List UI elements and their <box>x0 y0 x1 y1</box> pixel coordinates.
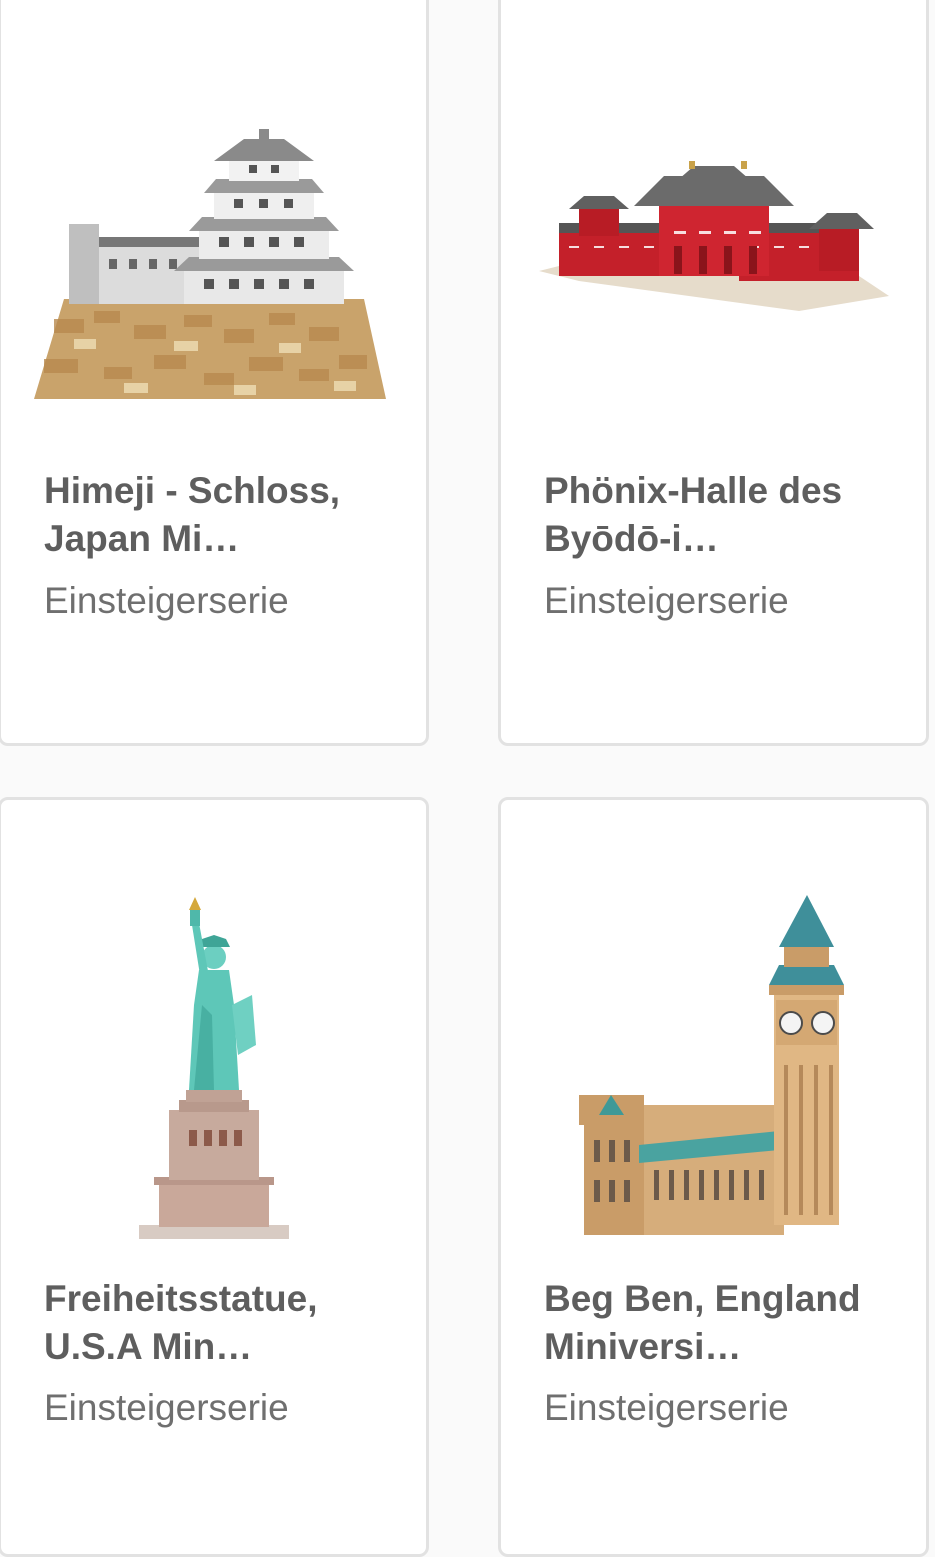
product-series: Einsteigerserie <box>544 1387 789 1428</box>
product-card-statue-of-liberty[interactable]: Freiheitsstatue, U.S.A Min… Einsteigerse… <box>0 797 429 1557</box>
product-title[interactable]: Phönix-Halle des Byōdō-i… <box>544 467 896 563</box>
product-title-line1: Phönix-Halle des <box>544 470 843 511</box>
product-image <box>501 109 926 399</box>
phoenix-hall-icon <box>538 161 889 311</box>
product-image <box>501 895 926 1245</box>
statue-of-liberty-icon <box>138 897 289 1239</box>
product-card-himeji[interactable]: Himeji - Schloss, Japan Mi… Einsteigerse… <box>0 0 429 746</box>
product-card-big-ben[interactable]: Beg Ben, England Miniversi… Einsteigerse… <box>498 797 929 1557</box>
product-card-phoenix-hall[interactable]: Phönix-Halle des Byōdō-i… Einsteigerseri… <box>498 0 929 746</box>
product-image <box>1 109 426 399</box>
product-title-line2: Miniversi… <box>544 1326 742 1367</box>
product-title-line1: Himeji - Schloss, <box>44 470 341 511</box>
product-series: Einsteigerserie <box>544 580 789 621</box>
product-image <box>1 895 426 1245</box>
himeji-castle-icon <box>33 129 386 399</box>
product-title-line2: Byōdō-i… <box>544 518 719 559</box>
product-series: Einsteigerserie <box>44 580 289 621</box>
product-title[interactable]: Freiheitsstatue, U.S.A Min… <box>44 1275 396 1371</box>
product-title-line2: U.S.A Min… <box>44 1326 253 1367</box>
product-series: Einsteigerserie <box>44 1387 289 1428</box>
product-title-line1: Beg Ben, England <box>544 1278 861 1319</box>
product-title[interactable]: Himeji - Schloss, Japan Mi… <box>44 467 396 563</box>
product-title-line1: Freiheitsstatue, <box>44 1278 318 1319</box>
product-title-line2: Japan Mi… <box>44 518 240 559</box>
big-ben-icon <box>578 895 844 1235</box>
product-title[interactable]: Beg Ben, England Miniversi… <box>544 1275 896 1371</box>
